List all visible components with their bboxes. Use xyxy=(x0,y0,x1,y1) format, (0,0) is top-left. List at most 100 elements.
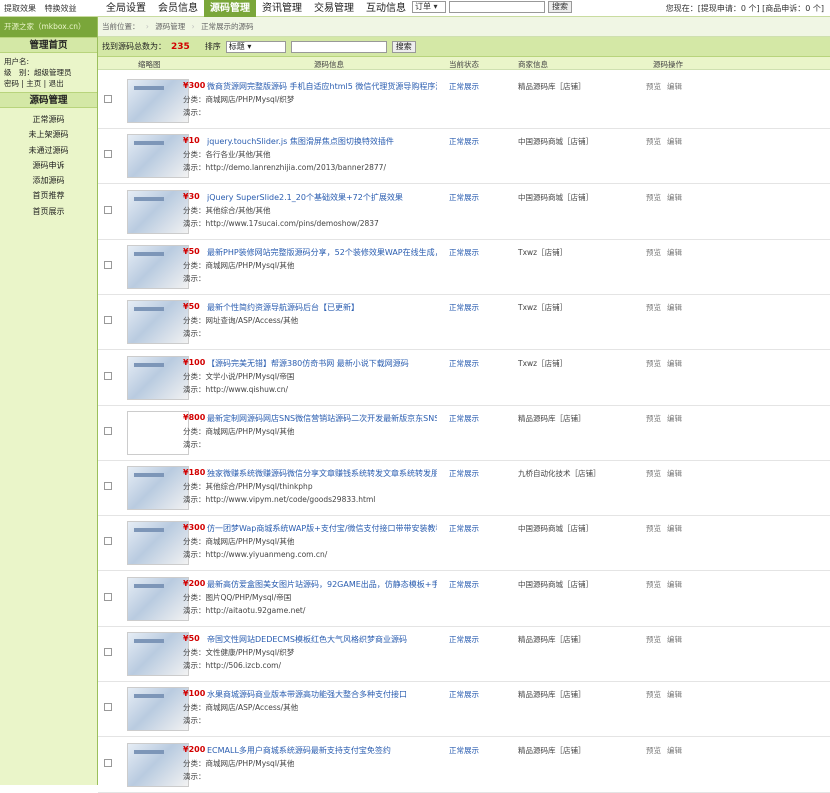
row-preview-link[interactable]: 预览 xyxy=(646,248,661,257)
row-title-link[interactable]: jQuery SuperSlide2.1_20个基础效果+72个扩展效果 xyxy=(207,192,403,203)
row-demo[interactable]: 演示： xyxy=(183,328,206,339)
row-thumbnail[interactable] xyxy=(127,189,189,234)
row-edit-link[interactable]: 编辑 xyxy=(667,137,682,146)
row-title-link[interactable]: 帝国文性网站DEDECMS模板红色大气风格织梦商业源码 xyxy=(207,634,407,645)
row-thumbnail[interactable] xyxy=(127,576,189,621)
row-checkbox[interactable] xyxy=(104,426,112,435)
row-demo[interactable]: 演示：http://www.yiyuanmeng.com.cn/ xyxy=(183,549,327,560)
sidebar-item-add[interactable]: 添加源码 xyxy=(0,173,97,188)
row-demo[interactable]: 演示：http://www.17sucai.com/pins/demoshow/… xyxy=(183,218,379,229)
row-shop[interactable]: 中国源码商城［店铺］ xyxy=(518,136,593,147)
search-button[interactable]: 搜索 xyxy=(548,1,572,13)
row-thumbnail[interactable] xyxy=(127,521,189,566)
row-edit-link[interactable]: 编辑 xyxy=(667,414,682,423)
user-links[interactable]: 密码 | 主页 | 退出 xyxy=(4,78,93,89)
row-thumbnail[interactable] xyxy=(127,410,189,455)
row-demo[interactable]: 演示： xyxy=(183,107,206,118)
row-preview-link[interactable]: 预览 xyxy=(646,690,661,699)
sort-select[interactable]: 标题 ▾ xyxy=(225,40,286,53)
sidebar-home-title[interactable]: 管理首页 xyxy=(0,37,97,53)
row-edit-link[interactable]: 编辑 xyxy=(667,359,682,368)
row-checkbox[interactable] xyxy=(104,150,112,159)
sidebar-item-showcase[interactable]: 首页展示 xyxy=(0,204,97,219)
row-edit-link[interactable]: 编辑 xyxy=(667,469,682,478)
row-edit-link[interactable]: 编辑 xyxy=(667,82,682,91)
row-shop[interactable]: 精品源码库［店铺］ xyxy=(518,81,586,92)
row-shop[interactable]: 精品源码库［店铺］ xyxy=(518,413,586,424)
row-preview-link[interactable]: 预览 xyxy=(646,524,661,533)
row-shop[interactable]: 精品源码库［店铺］ xyxy=(518,689,586,700)
row-preview-link[interactable]: 预览 xyxy=(646,303,661,312)
row-checkbox[interactable] xyxy=(104,482,112,491)
tab-news-management[interactable]: 资讯管理 xyxy=(256,0,308,17)
row-preview-link[interactable]: 预览 xyxy=(646,414,661,423)
tab-interaction-info[interactable]: 互动信息 xyxy=(360,0,412,17)
row-preview-link[interactable]: 预览 xyxy=(646,746,661,755)
row-edit-link[interactable]: 编辑 xyxy=(667,303,682,312)
row-thumbnail[interactable] xyxy=(127,742,189,787)
row-title-link[interactable]: 独家微赚系统微赚源码微信分享文章赚钱系统转发文章系统转发朋友 xyxy=(207,468,437,479)
row-preview-link[interactable]: 预览 xyxy=(646,635,661,644)
row-checkbox[interactable] xyxy=(104,537,112,546)
breadcrumb-item[interactable]: 源码管理 xyxy=(155,22,185,31)
row-checkbox[interactable] xyxy=(104,260,112,269)
row-thumbnail[interactable] xyxy=(127,632,189,676)
row-title-link[interactable]: 微商货源网完整版源码 手机自适应html5 微信代理货源导购程序源 xyxy=(207,81,437,92)
row-checkbox[interactable] xyxy=(104,371,112,380)
row-demo[interactable]: 演示：http://506.izcb.com/ xyxy=(183,660,281,671)
row-edit-link[interactable]: 编辑 xyxy=(667,635,682,644)
row-title-link[interactable]: 最新高仿爱盒图美女图片站源码，92GAME出品，仿静态模板+手机wap版 xyxy=(207,579,437,590)
sidebar-item-normal[interactable]: 正常源码 xyxy=(0,112,97,127)
sidebar-item-unlisted[interactable]: 未上架源码 xyxy=(0,127,97,142)
tab-member-info[interactable]: 会员信息 xyxy=(152,0,204,17)
tab-source-management[interactable]: 源码管理 xyxy=(204,0,256,17)
sidebar-item-rejected[interactable]: 未通过源码 xyxy=(0,143,97,158)
filter-search-input[interactable] xyxy=(290,40,387,53)
row-thumbnail[interactable] xyxy=(127,466,189,511)
row-thumbnail[interactable] xyxy=(127,300,189,345)
row-shop[interactable]: 中国源码商城［店铺］ xyxy=(518,523,593,534)
row-checkbox[interactable] xyxy=(104,205,112,214)
row-preview-link[interactable]: 预览 xyxy=(646,580,661,589)
row-title-link[interactable]: 仿一团梦Wap商城系统WAP版+支付宝/微信支付接口带带安装教程 xyxy=(207,523,437,534)
tab-global-settings[interactable]: 全局设置 xyxy=(100,0,152,17)
row-thumbnail[interactable] xyxy=(127,79,189,123)
row-preview-link[interactable]: 预览 xyxy=(646,193,661,202)
row-shop[interactable]: 九桥自动化技术［店铺］ xyxy=(518,468,601,479)
row-shop[interactable]: 中国源码商城［店铺］ xyxy=(518,579,593,590)
row-demo[interactable]: 演示：http://aitaotu.92game.net/ xyxy=(183,605,305,616)
search-input[interactable] xyxy=(449,1,545,13)
row-demo[interactable]: 演示：http://www.qishuw.cn/ xyxy=(183,384,288,395)
row-title-link[interactable]: 【源码完美无错】帮源380仿奇书网 最新小说下载网源码 xyxy=(207,358,409,369)
sidebar-item-appeal[interactable]: 源码申诉 xyxy=(0,158,97,173)
row-checkbox[interactable] xyxy=(104,316,112,325)
row-title-link[interactable]: ECMALL多用户商城系统源码最新支持支付宝免签约 xyxy=(207,745,391,756)
row-title-link[interactable]: 最新个性简约资源导航源码后台【已更新】 xyxy=(207,302,359,313)
row-edit-link[interactable]: 编辑 xyxy=(667,524,682,533)
row-checkbox[interactable] xyxy=(104,95,112,103)
row-preview-link[interactable]: 预览 xyxy=(646,82,661,91)
row-shop[interactable]: 精品源码库［店铺］ xyxy=(518,634,586,645)
row-edit-link[interactable]: 编辑 xyxy=(667,580,682,589)
row-title-link[interactable]: jquery.touchSlider.js 焦图滑屏焦点图切换特效插件 xyxy=(207,136,394,147)
row-edit-link[interactable]: 编辑 xyxy=(667,193,682,202)
row-edit-link[interactable]: 编辑 xyxy=(667,248,682,257)
row-checkbox[interactable] xyxy=(104,648,112,656)
row-checkbox[interactable] xyxy=(104,592,112,601)
row-preview-link[interactable]: 预览 xyxy=(646,469,661,478)
row-demo[interactable]: 演示： xyxy=(183,273,206,284)
row-thumbnail[interactable] xyxy=(127,244,189,289)
row-demo[interactable]: 演示： xyxy=(183,715,206,726)
row-shop[interactable]: Txwz［店铺］ xyxy=(518,358,567,369)
row-demo[interactable]: 演示：http://www.vipym.net/code/goods29833.… xyxy=(183,494,375,505)
top-link[interactable]: 特换效益 xyxy=(45,4,77,13)
row-checkbox[interactable] xyxy=(104,758,112,767)
row-thumbnail[interactable] xyxy=(127,355,189,400)
row-title-link[interactable]: 最新定制网源码网店SNS微信营销站源码二次开发最新版京东SNS xyxy=(207,413,437,424)
row-shop[interactable]: Txwz［店铺］ xyxy=(518,247,567,258)
row-demo[interactable]: 演示： xyxy=(183,439,206,450)
row-title-link[interactable]: 最新PHP装修网站完整版源码分享，52个装修效果WAP在线生成，无须 xyxy=(207,247,437,258)
row-title-link[interactable]: 水果商城源码商业版本带源高功能强大整合多种支付接口 xyxy=(207,689,407,700)
top-link[interactable]: 提取效果 xyxy=(4,4,36,13)
order-select[interactable]: 订单 ▾ xyxy=(412,1,446,13)
